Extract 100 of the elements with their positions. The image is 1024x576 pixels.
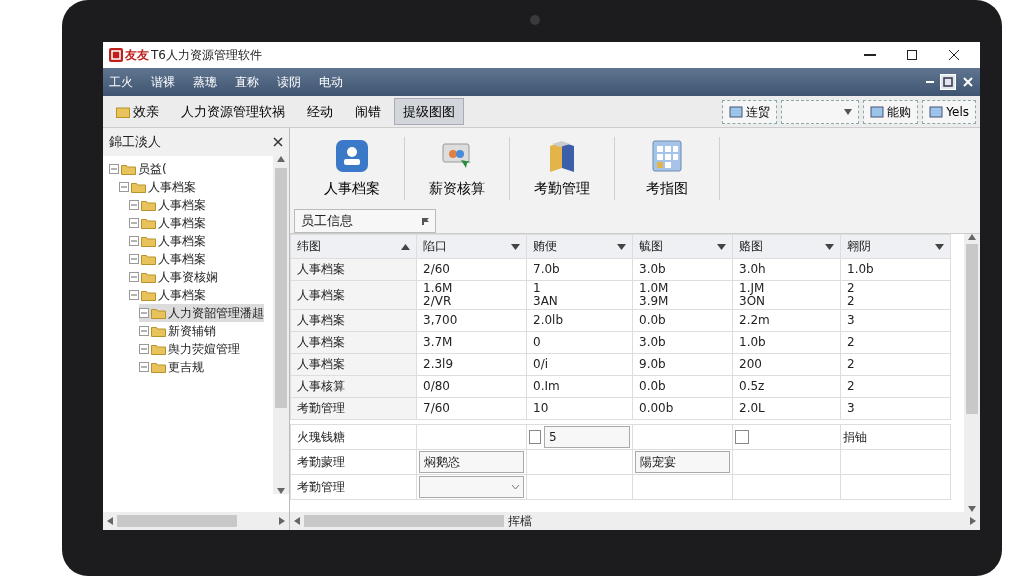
scroll-right-icon[interactable] (970, 517, 976, 525)
flag-icon (422, 217, 429, 225)
tree-item[interactable]: 人事档案 (129, 286, 206, 304)
column-header[interactable]: 赂图 (732, 234, 841, 259)
scroll-down-icon[interactable] (277, 488, 285, 494)
checkbox[interactable] (529, 430, 541, 445)
menu-item[interactable]: 蒸璁 (193, 73, 217, 91)
close-icon (947, 48, 961, 62)
table-cell: 人事核算 (290, 375, 417, 398)
expander-icon (129, 236, 139, 246)
grid-icon (649, 137, 685, 174)
expander-icon (129, 218, 139, 228)
toolbar-button[interactable]: 人力资源管理软祸 (172, 97, 294, 126)
scroll-left-icon[interactable] (107, 517, 113, 525)
dropdown-arrow-icon (717, 243, 726, 250)
table-cell: 人事档案 (290, 309, 417, 332)
table-cell: 10 (526, 397, 633, 420)
toolbar-button[interactable]: Yels (922, 99, 976, 124)
table-cell: 7/60 (416, 397, 527, 420)
input-field[interactable]: 5 (544, 426, 630, 449)
tree-item[interactable]: 人事档案 (129, 232, 206, 250)
module-button[interactable]: 薪资核算 (405, 136, 510, 200)
tree-item[interactable]: 舆力荧媗管理 (139, 340, 240, 358)
folder-icon (131, 181, 146, 193)
folder-icon (151, 307, 166, 319)
table-cell: 人事档案 (290, 353, 417, 376)
table-cell: 3 (840, 309, 951, 332)
column-header[interactable]: 毓图 (632, 234, 733, 259)
menu-item[interactable]: 谐裸 (151, 73, 175, 91)
expander-icon (119, 182, 129, 192)
folder-icon (116, 105, 130, 118)
expander-icon (129, 290, 139, 300)
tab-label: 员工信息 (301, 212, 353, 231)
scrollbar-thumb[interactable] (966, 244, 978, 414)
tree-item[interactable]: 人事档案 (129, 250, 206, 268)
table-cell: 3.0b (632, 258, 733, 281)
minimize-icon (864, 54, 876, 56)
input-field[interactable]: 陽宠宴 (635, 451, 730, 474)
table-cell: 2.2m (732, 309, 841, 332)
dropdown-arrow-icon (511, 243, 520, 250)
document-icon (729, 105, 744, 118)
table-cell: 0/80 (416, 375, 527, 398)
table-cell: 1.6M 2/VR (416, 280, 527, 310)
column-header[interactable]: 陷口 (416, 234, 527, 259)
menu-item[interactable]: 读阴 (277, 73, 301, 91)
menu-item[interactable]: 电动 (319, 73, 343, 91)
table-cell: 2 (840, 375, 951, 398)
tree-item[interactable]: 人事资核娴 (129, 268, 218, 286)
table-cell: 2/60 (416, 258, 527, 281)
toolbar-button[interactable]: 连贸 (722, 99, 778, 124)
caret-icon (512, 484, 519, 490)
menu-item[interactable]: 直称 (235, 73, 259, 91)
scrollbar-label: 挥檔 (508, 513, 532, 530)
table-cell: 0.0b (632, 309, 733, 332)
table-cell: 200 (732, 353, 841, 376)
module-button[interactable]: 考指图 (615, 136, 720, 200)
checkbox[interactable] (735, 430, 749, 445)
table-cell: 2 (840, 353, 951, 376)
tree-item[interactable]: 人事档案 (129, 196, 206, 214)
column-header[interactable]: 纬图 (290, 234, 417, 259)
scroll-right-icon[interactable] (279, 517, 285, 525)
scroll-left-icon[interactable] (294, 517, 300, 525)
toolbar-button[interactable]: 经动 (298, 97, 342, 126)
input-field[interactable]: 焖鹅恣 (419, 451, 524, 474)
toolbar-button[interactable]: 能购 (863, 99, 919, 124)
tree-item[interactable]: 人力资韶管理潘趄 (139, 304, 264, 322)
table-cell: 9.0b (632, 353, 733, 376)
scrollbar-thumb[interactable] (304, 515, 504, 527)
expander-icon (129, 254, 139, 264)
scrollbar-thumb[interactable] (117, 515, 237, 527)
dropdown-arrow-icon (825, 243, 834, 250)
folder-icon (141, 271, 156, 283)
tree-item[interactable]: 人事档案 (119, 178, 196, 196)
document-icon (870, 105, 885, 118)
folder-icon (151, 325, 166, 337)
toolbar-button[interactable]: 效亲 (107, 97, 168, 126)
module-button[interactable]: 考勤管理 (510, 136, 615, 200)
tree-item[interactable]: 新资辅销 (139, 322, 216, 340)
column-header[interactable]: 翱阴 (840, 234, 951, 259)
tree-item[interactable]: 员益( (109, 160, 167, 178)
folder-icon (141, 217, 156, 229)
tab[interactable]: 员工信息 (294, 209, 436, 233)
table-cell: 1.0M 3.9M (632, 280, 733, 310)
scroll-up-icon[interactable] (968, 234, 976, 240)
brand-name: 友友 (125, 47, 149, 64)
restore-icon[interactable] (940, 74, 956, 90)
menu-item[interactable]: 工火 (109, 73, 133, 91)
folder-icon (141, 199, 156, 211)
table-cell: 0.Im (526, 375, 633, 398)
table-cell: 0.0b (632, 375, 733, 398)
toolbar-button[interactable]: 提级图图 (394, 97, 464, 126)
tree-item[interactable]: 人事档案 (129, 214, 206, 232)
tree-item[interactable]: 更吉规 (139, 358, 204, 376)
column-header[interactable]: 贿便 (526, 234, 633, 259)
toolbar-button[interactable]: 闹错 (346, 97, 390, 126)
scrollbar-thumb[interactable] (275, 168, 287, 408)
module-button[interactable]: 人事档案 (300, 136, 405, 200)
table-cell: 1.JM 3ON (732, 280, 841, 310)
close-icon[interactable] (273, 137, 283, 147)
folder-icon (141, 289, 156, 301)
